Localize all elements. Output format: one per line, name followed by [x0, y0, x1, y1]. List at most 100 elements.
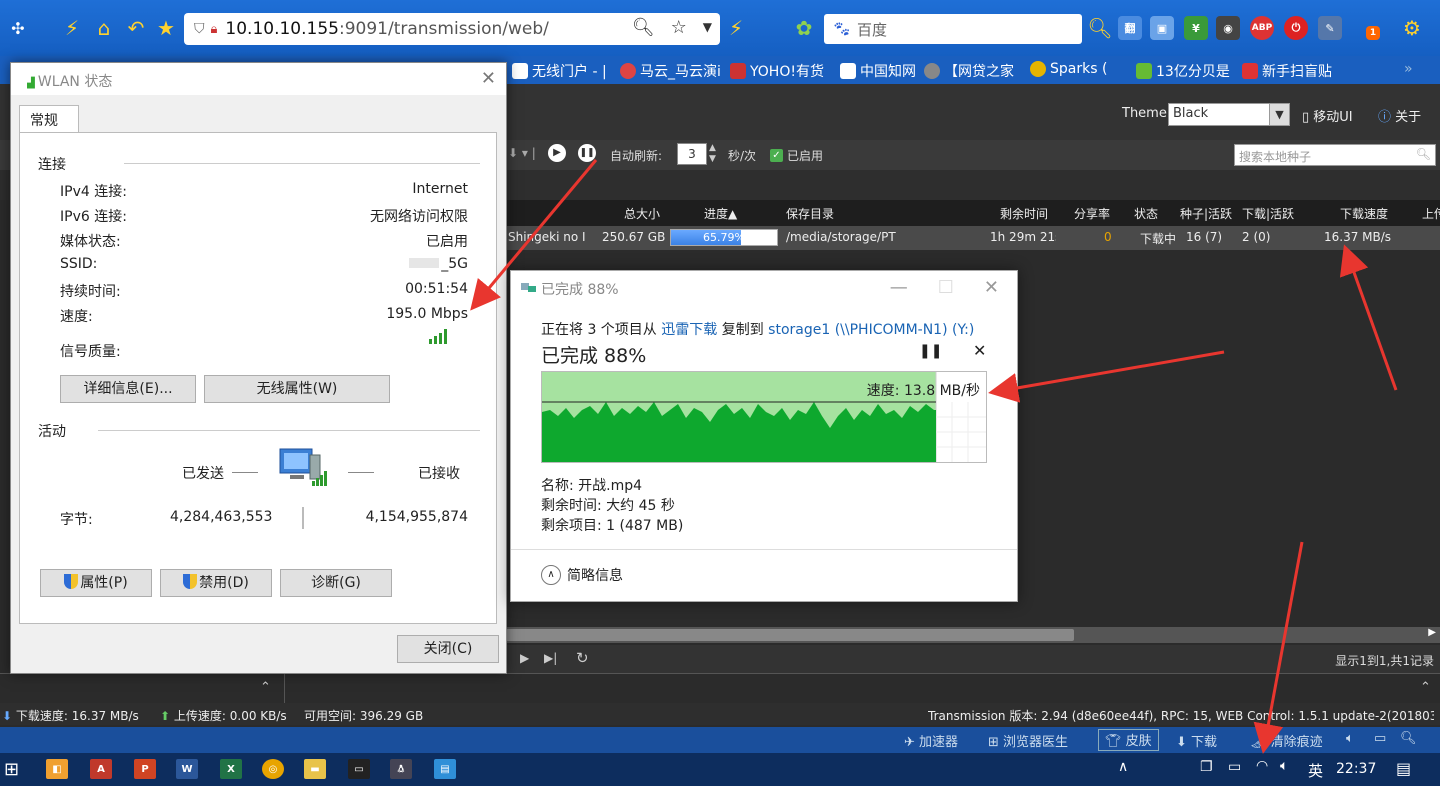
terminal-app-icon[interactable]: ▭: [348, 759, 370, 779]
adblock-icon[interactable]: ABP: [1250, 16, 1274, 40]
download-button[interactable]: ⬇ 下载: [1176, 731, 1217, 750]
word-app-icon[interactable]: W: [176, 759, 198, 779]
accelerator-button[interactable]: ✈ 加速器: [904, 731, 958, 750]
bookmark-item[interactable]: Sparks (: [1030, 61, 1107, 77]
last-page-icon[interactable]: ▶|: [544, 651, 557, 665]
scrollbar-thumb[interactable]: [506, 629, 1074, 641]
bookmark-item[interactable]: 马云_马云演i: [620, 61, 721, 81]
next-page-icon[interactable]: ▶: [520, 651, 529, 665]
input-method-indicator[interactable]: 英: [1308, 760, 1323, 781]
browser-doctor-button[interactable]: ⊞ 浏览器医生: [988, 731, 1068, 750]
zoom-icon[interactable]: 🔍︎: [1400, 731, 1417, 746]
column-ratio[interactable]: 分享率: [1074, 205, 1110, 222]
wifi-icon[interactable]: ◠: [1256, 758, 1268, 774]
stepper-icon[interactable]: ▲ ▼: [709, 143, 716, 165]
search-icon[interactable]: 🔍︎: [632, 17, 655, 38]
column-seeds[interactable]: 种子|活跃: [1180, 205, 1232, 222]
screenshot-icon[interactable]: ▣: [1150, 16, 1174, 40]
source-link[interactable]: 迅雷下载: [661, 322, 717, 338]
scroll-right-icon[interactable]: ▶: [1428, 627, 1436, 638]
shopping-icon[interactable]: ¥: [1184, 16, 1208, 40]
fewer-details-toggle[interactable]: ∧ 简略信息: [541, 565, 623, 585]
maximize-icon[interactable]: ☐: [938, 277, 954, 298]
navigation-arrows-icon[interactable]: ✣: [4, 14, 32, 42]
disable-button[interactable]: 禁用(D): [160, 569, 272, 597]
bookmark-item[interactable]: YOHO!有货: [730, 61, 824, 81]
address-bar[interactable]: ⛉ 🔒︎ 10.10.10.155:9091/transmission/web/…: [184, 13, 720, 45]
cancel-button[interactable]: ✕: [973, 341, 986, 360]
horizontal-scrollbar[interactable]: ▶: [506, 627, 1440, 643]
destination-link[interactable]: storage1 (\\PHICOMM-N1) (Y:): [768, 322, 974, 338]
notification-center-icon[interactable]: ▤: [1396, 759, 1411, 778]
excel-app-icon[interactable]: X: [220, 759, 242, 779]
chevron-down-icon[interactable]: ▼: [703, 20, 712, 38]
close-icon[interactable]: ✕: [984, 277, 999, 298]
tray-chevron-up-icon[interactable]: ∧: [1118, 759, 1128, 775]
bookmark-item[interactable]: 中国知网: [840, 61, 916, 81]
gear-icon[interactable]: ⚙: [1398, 14, 1426, 42]
refresh-interval-input[interactable]: 3: [677, 143, 707, 165]
bookmark-overflow-icon[interactable]: »: [1404, 61, 1413, 77]
speaker-icon[interactable]: 🔈︎: [1280, 758, 1288, 774]
bookmark-item[interactable]: 无线门户 - |: [512, 61, 607, 81]
column-save-dir[interactable]: 保存目录: [786, 205, 834, 222]
bookmark-item[interactable]: 【网贷之家: [924, 61, 1014, 81]
clear-history-button[interactable]: 🧹︎ 清除痕迹: [1250, 731, 1323, 750]
diagnose-button[interactable]: 诊断(G): [280, 569, 392, 597]
translate-icon[interactable]: 翻: [1118, 16, 1142, 40]
tab-general[interactable]: 常规: [19, 105, 79, 133]
column-status[interactable]: 状态: [1134, 205, 1158, 222]
extension-icon[interactable]: ✿: [790, 14, 818, 42]
task-view-icon[interactable]: ❐: [1200, 759, 1213, 775]
explorer-app-icon[interactable]: ◧: [46, 759, 68, 779]
network-app-icon[interactable]: ▤: [434, 759, 456, 779]
close-button[interactable]: 关闭(C): [397, 635, 499, 663]
column-time-left[interactable]: 剩余时间: [1000, 205, 1048, 222]
mobile-ui-link[interactable]: ▯ 移动UI: [1302, 106, 1353, 125]
chrome-app-icon[interactable]: ◎: [262, 759, 284, 779]
dropdown-icon[interactable]: ⬇ ▾ |: [508, 146, 536, 160]
power-icon[interactable]: ⏻: [1284, 16, 1308, 40]
search-go-icon[interactable]: 🔍︎: [1086, 14, 1114, 42]
search-input[interactable]: 🐾︎ 百度: [824, 14, 1082, 44]
battery-icon[interactable]: ▭: [1228, 759, 1241, 775]
pause-button[interactable]: ❚❚: [919, 343, 942, 359]
minimize-icon[interactable]: —: [890, 277, 908, 298]
camera-icon[interactable]: ◉: [1216, 16, 1240, 40]
clock[interactable]: 22:37: [1336, 761, 1376, 777]
favorites-star-icon[interactable]: ★: [152, 14, 180, 42]
details-button[interactable]: 详细信息(E)...: [60, 375, 196, 403]
column-peers[interactable]: 下载|活跃: [1242, 205, 1294, 222]
tux-app-icon[interactable]: 🐧︎: [390, 759, 412, 779]
pause-icon[interactable]: ❚❚: [578, 144, 596, 162]
refresh-icon[interactable]: ⚡: [58, 14, 86, 42]
column-total-size[interactable]: 总大小: [624, 205, 660, 222]
folder-app-icon[interactable]: ▬: [304, 759, 326, 779]
column-dl-speed[interactable]: 下载速度: [1340, 205, 1388, 222]
volume-icon[interactable]: 🔈︎: [1346, 731, 1354, 746]
window-icon[interactable]: ▭: [1374, 731, 1386, 746]
collapse-up-icon[interactable]: ⌃: [1420, 680, 1431, 695]
lightning-icon[interactable]: ⚡: [722, 14, 750, 42]
bookmark-star-icon[interactable]: ☆: [671, 17, 687, 38]
properties-button[interactable]: 属性(P): [40, 569, 152, 597]
column-upload[interactable]: 上传: [1422, 205, 1440, 222]
collapse-up-icon[interactable]: ⌃: [260, 680, 271, 695]
tool-icon[interactable]: ✎: [1318, 16, 1342, 40]
auto-refresh-checkbox[interactable]: ✓ 已启用: [770, 147, 823, 164]
access-app-icon[interactable]: A: [90, 759, 112, 779]
skin-button[interactable]: 👕︎ 皮肤: [1098, 729, 1159, 751]
local-torrent-search-input[interactable]: 搜索本地种子 🔍︎: [1234, 144, 1436, 166]
bookmark-item[interactable]: 13亿分贝是: [1136, 61, 1230, 81]
start-icon[interactable]: ▶: [548, 144, 566, 162]
wireless-properties-button[interactable]: 无线属性(W): [204, 375, 390, 403]
reload-icon[interactable]: ↻: [576, 649, 589, 667]
powerpoint-app-icon[interactable]: P: [134, 759, 156, 779]
notification-badge[interactable]: 1: [1366, 26, 1380, 40]
windows-start-icon[interactable]: ⊞: [4, 759, 19, 780]
close-icon[interactable]: ✕: [481, 68, 496, 89]
column-progress[interactable]: 进度▲: [704, 205, 737, 222]
theme-select[interactable]: Black ▼: [1168, 103, 1290, 126]
back-icon[interactable]: ↶: [122, 14, 150, 42]
bookmark-item[interactable]: 新手扫盲贴: [1242, 61, 1332, 81]
